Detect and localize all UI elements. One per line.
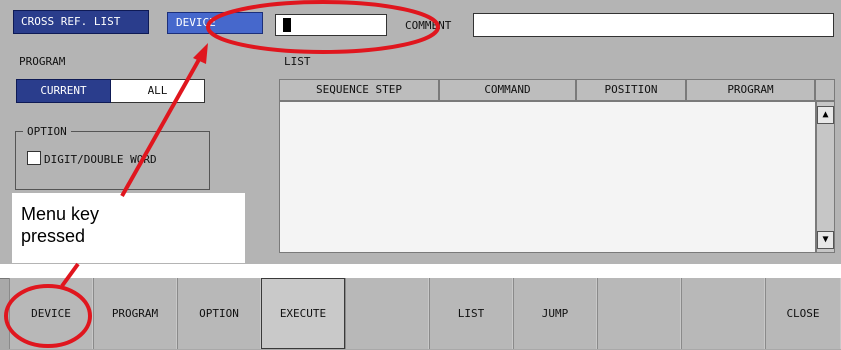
annotation-overlay <box>4 0 440 348</box>
arrow-shaft <box>120 55 203 197</box>
arrow-head <box>193 43 208 64</box>
device-highlight-ellipse <box>206 0 440 54</box>
callout-connector <box>60 262 80 288</box>
device-key-highlight-ellipse <box>4 284 92 348</box>
